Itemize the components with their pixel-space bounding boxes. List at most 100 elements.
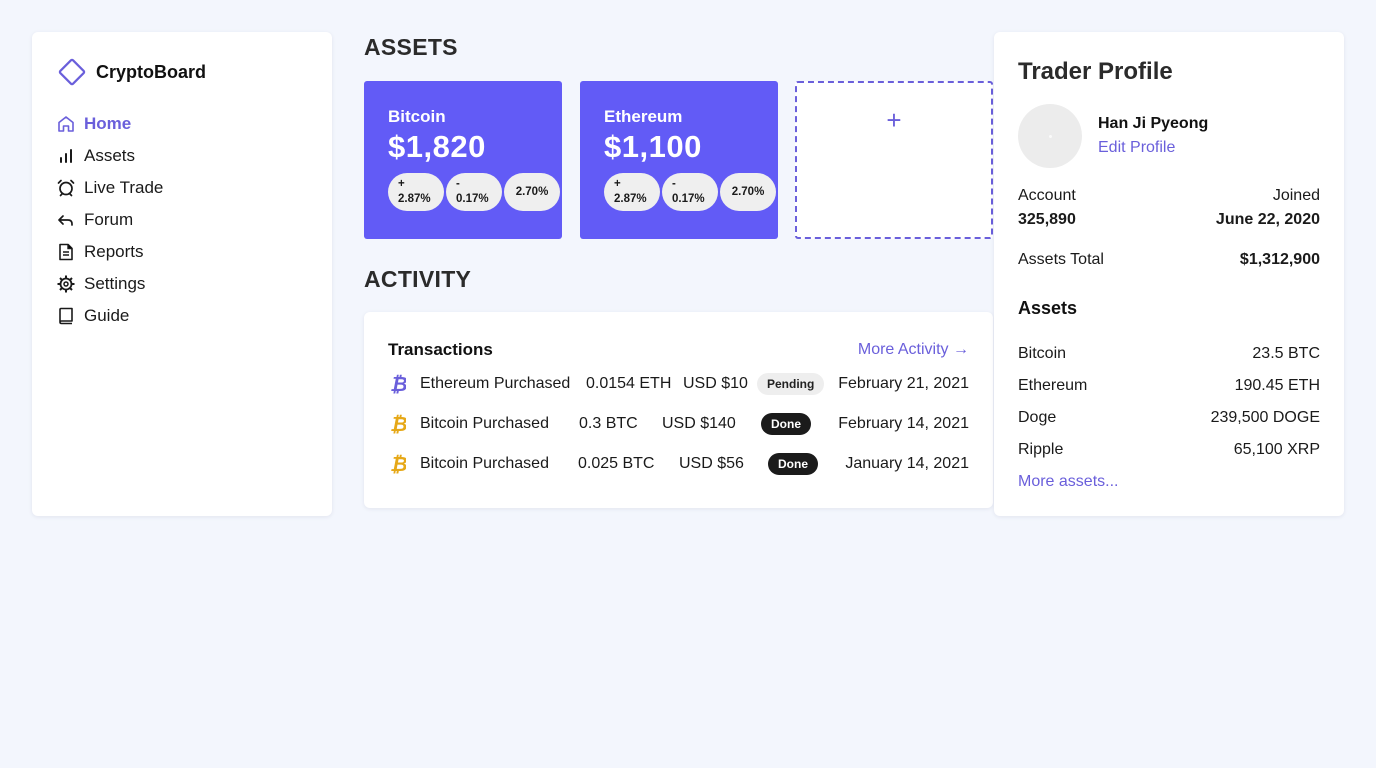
holding-value: 65,100 XRP [1233, 441, 1320, 458]
pill-value: 2.70% [515, 185, 549, 198]
svg-text:₿: ₿ [390, 453, 406, 475]
bar-chart-icon [56, 146, 76, 166]
bitcoin-purple-icon: ₿ [388, 373, 412, 395]
pill-sign: - [456, 178, 460, 190]
more-activity-link[interactable]: More Activity → [858, 341, 969, 359]
sidebar-item-label: Guide [84, 306, 130, 325]
tx-date: January 14, 2021 [845, 455, 969, 472]
home-icon [56, 114, 76, 134]
joined-value: June 22, 2020 [1215, 211, 1320, 228]
change-pill: - 0.17% [662, 173, 718, 211]
account-label: Account [1018, 187, 1076, 204]
asset-name: Ethereum [604, 107, 683, 126]
account-joined-labels: Account Joined [1018, 184, 1320, 208]
transactions-header: Transactions More Activity → [388, 336, 969, 364]
profile-title: Trader Profile [1018, 58, 1173, 85]
trader-profile-panel: Trader Profile Han Ji Pyeong Edit Profil… [994, 32, 1344, 516]
book-icon [56, 306, 76, 326]
sidebar-item-label: Assets [84, 146, 136, 165]
bitcoin-gold-icon: ₿ [388, 453, 412, 475]
list-item: Doge 239,500 DOGE [1018, 402, 1320, 434]
brand-name: CryptoBoard [96, 61, 207, 82]
table-row[interactable]: ₿ Ethereum Purchased 0.0154 ETH USD $10 … [388, 364, 969, 404]
holding-name: Doge [1018, 409, 1057, 426]
tx-date: February 21, 2021 [838, 375, 969, 392]
svg-text:₿: ₿ [390, 413, 406, 435]
plus-icon: + [886, 105, 902, 135]
sidebar-item-guide[interactable]: Guide [56, 300, 308, 332]
status-badge: Done [761, 413, 811, 435]
sidebar-item-label: Reports [84, 242, 144, 261]
holding-value: 239,500 DOGE [1210, 409, 1320, 426]
list-item: Bitcoin 23.5 BTC [1018, 338, 1320, 370]
sidebar-item-label: Settings [84, 274, 146, 293]
reply-icon [56, 210, 76, 230]
sidebar-item-forum[interactable]: Forum [56, 204, 308, 236]
holding-value: 190.45 ETH [1234, 377, 1320, 394]
tx-amount: 0.3 BTC [579, 415, 638, 432]
joined-label: Joined [1272, 187, 1320, 204]
avatar[interactable] [1018, 104, 1082, 168]
gear-icon [56, 274, 76, 294]
pill-value: 2.87% [614, 193, 647, 205]
pill-sign: + [614, 178, 621, 190]
user-name: Han Ji Pyeong [1098, 115, 1209, 132]
tx-usd: USD $56 [679, 455, 744, 472]
dashboard: CryptoBoard Home Assets Live Trade Forum [0, 0, 1376, 768]
asset-price: $1,100 [604, 129, 702, 164]
sidebar-item-reports[interactable]: Reports [56, 236, 308, 268]
pill-sign: - [672, 178, 676, 190]
pill-value: 0.17% [456, 193, 489, 205]
assets-total-row: Assets Total $1,312,900 [1018, 248, 1320, 272]
asset-price: $1,820 [388, 129, 486, 164]
user-row: Han Ji Pyeong Edit Profile [1018, 104, 1320, 168]
holding-name: Ethereum [1018, 377, 1088, 394]
status-badge: Pending [757, 373, 825, 395]
sidebar-item-home[interactable]: Home [56, 108, 308, 140]
list-item: Ripple 65,100 XRP [1018, 434, 1320, 466]
change-pill: 2.70% [504, 173, 560, 211]
tx-description: Bitcoin Purchased [420, 415, 549, 432]
sidebar: CryptoBoard Home Assets Live Trade Forum [32, 32, 332, 516]
tx-usd: USD $10 [683, 375, 748, 392]
holdings-heading: Assets [1018, 298, 1078, 318]
diamond-logo-icon [56, 56, 88, 88]
pill-value: 2.87% [398, 193, 431, 205]
more-assets-link[interactable]: More assets... [1018, 466, 1320, 498]
assets-total-value: $1,312,900 [1239, 251, 1320, 268]
brand[interactable]: CryptoBoard [56, 56, 308, 88]
assets-total-label: Assets Total [1018, 251, 1104, 268]
account-value: 325,890 [1018, 211, 1076, 228]
add-asset-button[interactable]: + [795, 81, 993, 239]
tx-usd: USD $140 [662, 415, 736, 432]
svg-text:₿: ₿ [390, 373, 406, 395]
change-pill: + 2.87% [388, 173, 444, 211]
list-item: Ethereum 190.45 ETH [1018, 370, 1320, 402]
pill-value: 2.70% [731, 185, 765, 198]
tx-amount: 0.025 BTC [578, 455, 655, 472]
asset-card-ethereum[interactable]: Ethereum $1,100 + 2.87% - 0.17% 2.70% [580, 81, 778, 239]
sidebar-item-assets[interactable]: Assets [56, 140, 308, 172]
edit-profile-link[interactable]: Edit Profile [1098, 136, 1208, 160]
change-pills: + 2.87% - 0.17% 2.70% [388, 173, 560, 211]
sidebar-item-settings[interactable]: Settings [56, 268, 308, 300]
assets-heading: ASSETS [364, 34, 458, 60]
alarm-icon [56, 178, 76, 198]
holdings-list: Bitcoin 23.5 BTC Ethereum 190.45 ETH Dog… [1018, 338, 1320, 498]
holding-name: Bitcoin [1018, 345, 1067, 362]
pill-value: 0.17% [672, 193, 705, 205]
change-pills: + 2.87% - 0.17% 2.70% [604, 173, 776, 211]
sidebar-item-label: Home [84, 114, 132, 133]
table-row[interactable]: ₿ Bitcoin Purchased 0.025 BTC USD $56 Do… [388, 444, 969, 484]
sidebar-item-live-trade[interactable]: Live Trade [56, 172, 308, 204]
change-pill: - 0.17% [446, 173, 502, 211]
asset-card-bitcoin[interactable]: Bitcoin $1,820 + 2.87% - 0.17% 2.70% [364, 81, 562, 239]
change-pill: 2.70% [720, 173, 776, 211]
pill-sign: + [398, 178, 405, 190]
table-row[interactable]: ₿ Bitcoin Purchased 0.3 BTC USD $140 Don… [388, 404, 969, 444]
bitcoin-gold-icon: ₿ [388, 413, 412, 435]
account-joined-values: 325,890 June 22, 2020 [1018, 208, 1320, 232]
sidebar-item-label: Forum [84, 210, 134, 229]
holding-value: 23.5 BTC [1252, 345, 1320, 362]
change-pill: + 2.87% [604, 173, 660, 211]
